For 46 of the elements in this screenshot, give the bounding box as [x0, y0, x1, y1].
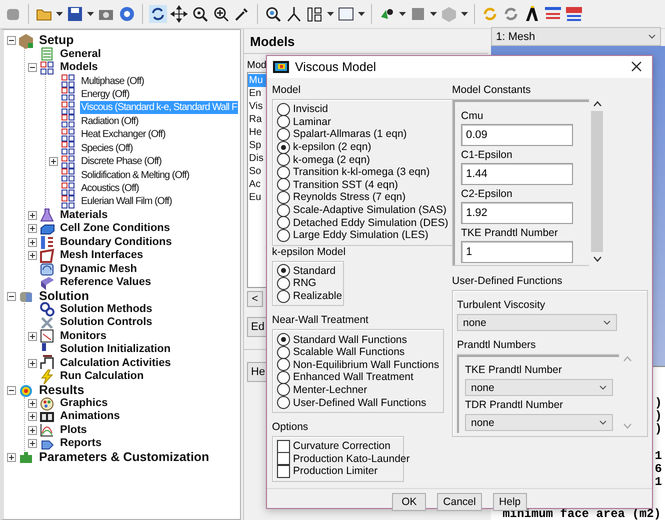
group-label: User-Defined Functions — [452, 275, 564, 288]
field-label: Turbulent Viscosity — [457, 299, 546, 312]
checkbox-label: Production Limiter — [293, 465, 378, 478]
checkbox-label: Curvature Correction — [293, 440, 390, 452]
radio-label: Standard — [293, 264, 336, 277]
radio-label: User-Defined Wall Functions — [293, 396, 426, 409]
radio-label: Scale-Adaptive Simulation (SAS) — [293, 204, 446, 216]
field-label: Cmu — [461, 110, 484, 123]
radio-label: Transition SST (4 eqn) — [293, 178, 398, 191]
console-text: ) — [654, 410, 662, 423]
list-label: Mod — [246, 59, 268, 71]
field-label: Prandtl Numbers — [457, 339, 537, 352]
radio-label: k-omega (2 eqn) — [293, 154, 370, 166]
console-text: ) — [654, 397, 662, 410]
radio-label: Standard Wall Functions — [293, 334, 407, 346]
field-label: TKE Prandtl Number — [465, 364, 563, 377]
field-label: TDR Prandtl Number — [465, 399, 564, 412]
field-label: C2-Epsilon — [461, 188, 514, 201]
dialog-title: Viscous Model — [295, 60, 378, 74]
radio-label: RNG — [293, 277, 316, 290]
radio-label: Inviscid — [293, 103, 328, 116]
radio-label: Non-Equilibrium Wall Functions — [293, 358, 440, 371]
radio-label: Reynolds Stress (7 eqn) — [293, 191, 406, 204]
group-label: Near-Wall Treatment — [272, 314, 370, 328]
panel-title: Models — [244, 29, 488, 54]
group-label: Model Constants — [452, 84, 532, 97]
field-label: TKE Prandtl Number — [461, 227, 559, 240]
console-text: ) — [654, 423, 662, 436]
field-label: C1-Epsilon — [461, 149, 514, 162]
radio-label: Laminar — [293, 116, 331, 128]
radio-label: Enhanced Wall Treatment — [293, 371, 414, 384]
radio-label: Detached Eddy Simulation (DES) — [293, 216, 448, 229]
radio-label: Large Eddy Simulation (LES) — [293, 229, 428, 242]
radio-label: Menter-Lechner — [293, 384, 368, 396]
radio-label: k-epsilon (2 eqn) — [293, 141, 372, 154]
radio-label: Realizable — [293, 290, 342, 302]
console-text: 1 — [654, 476, 662, 489]
radio-label: Scalable Wall Functions — [293, 346, 405, 358]
console-text: 1 — [654, 450, 662, 463]
checkbox-label: Production Kato-Launder — [293, 452, 410, 465]
console-text: 6 — [654, 463, 662, 476]
group-label: Model — [272, 84, 302, 97]
group-label: Options — [272, 420, 310, 434]
radio-label: Transition k-kl-omega (3 eqn) — [293, 166, 430, 178]
group-label: k-epsilon Model — [272, 246, 347, 259]
radio-label: Spalart-Allmaras (1 eqn) — [293, 128, 407, 140]
